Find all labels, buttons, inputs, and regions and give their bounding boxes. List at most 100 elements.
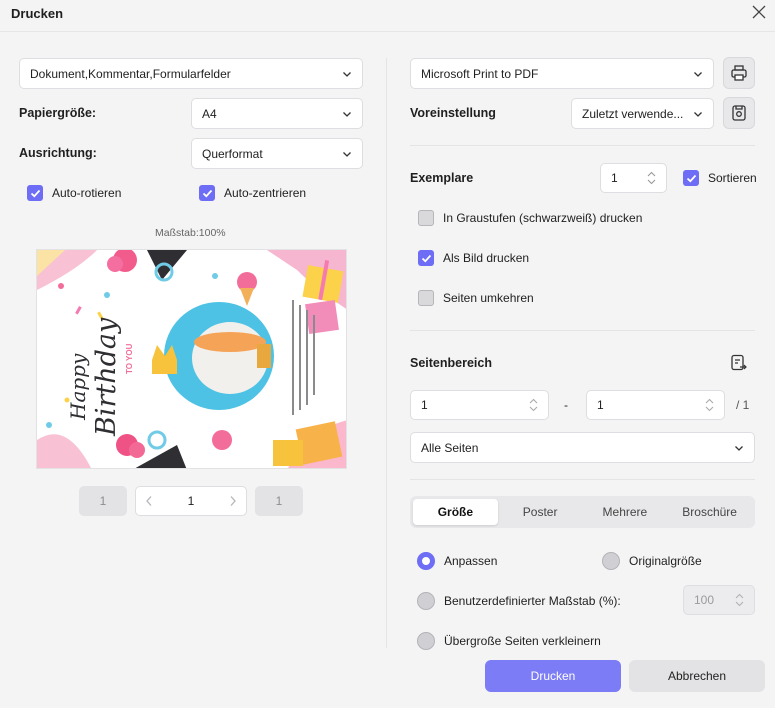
content-select-value: Dokument,Kommentar,Formularfelder bbox=[30, 66, 231, 81]
original-size-radio[interactable] bbox=[602, 552, 620, 570]
preset-label: Voreinstellung bbox=[410, 106, 496, 120]
chevron-left-icon[interactable] bbox=[145, 495, 153, 507]
copies-value[interactable]: 1 bbox=[611, 171, 618, 185]
shrink-radio[interactable] bbox=[417, 632, 435, 650]
dialog-title: Drucken bbox=[11, 6, 64, 21]
original-size-label: Originalgröße bbox=[629, 554, 702, 568]
reverse-option[interactable]: Seiten umkehren bbox=[418, 290, 534, 306]
fit-radio[interactable] bbox=[417, 552, 435, 570]
save-preset-button[interactable] bbox=[723, 97, 755, 129]
auto-rotate-label: Auto-rotieren bbox=[52, 186, 122, 200]
paper-size-value: A4 bbox=[202, 106, 217, 121]
chevron-down-icon bbox=[735, 445, 743, 451]
page-navigator[interactable]: 1 bbox=[135, 486, 247, 516]
preview-to-you-text: TO YOU bbox=[125, 343, 134, 374]
reverse-checkbox[interactable] bbox=[418, 290, 434, 306]
range-to-value[interactable]: 1 bbox=[597, 398, 604, 412]
as-image-option[interactable]: Als Bild drucken bbox=[418, 250, 529, 266]
custom-scale-value[interactable]: 100 bbox=[694, 593, 714, 607]
printer-select[interactable]: Microsoft Print to PDF bbox=[410, 58, 714, 89]
first-page-button[interactable]: 1 bbox=[79, 486, 127, 516]
auto-rotate-checkbox[interactable] bbox=[27, 185, 43, 201]
last-page-button[interactable]: 1 bbox=[255, 486, 303, 516]
chevron-up-icon[interactable] bbox=[705, 398, 714, 404]
chevron-down-icon[interactable] bbox=[705, 406, 714, 412]
fit-option[interactable]: Anpassen bbox=[417, 552, 497, 570]
sort-checkbox[interactable] bbox=[683, 170, 699, 186]
page-range-swap-icon[interactable] bbox=[730, 354, 748, 372]
title-divider bbox=[0, 31, 775, 32]
chevron-down-icon[interactable] bbox=[647, 179, 656, 185]
preset-select[interactable]: Zuletzt verwende... bbox=[571, 98, 714, 129]
shrink-option[interactable]: Übergroße Seiten verkleinern bbox=[417, 632, 601, 650]
as-image-label: Als Bild drucken bbox=[443, 251, 530, 265]
tab-size[interactable]: Größe bbox=[413, 499, 498, 525]
column-divider bbox=[386, 58, 387, 648]
orientation-label: Ausrichtung: bbox=[19, 146, 97, 160]
auto-center-option[interactable]: Auto-zentrieren bbox=[199, 185, 306, 201]
chevron-down-icon bbox=[343, 71, 351, 77]
scale-text: Maßstab:100% bbox=[155, 227, 226, 239]
cancel-button[interactable]: Abbrechen bbox=[629, 660, 765, 692]
pages-select-value: Alle Seiten bbox=[421, 440, 479, 455]
preset-value: Zuletzt verwende... bbox=[582, 106, 684, 121]
chevron-up-icon[interactable] bbox=[647, 171, 656, 177]
close-icon[interactable] bbox=[751, 4, 767, 20]
check-icon bbox=[686, 174, 696, 182]
tab-multiple[interactable]: Mehrere bbox=[583, 499, 668, 525]
content-select[interactable]: Dokument,Kommentar,Formularfelder bbox=[19, 58, 363, 89]
check-icon bbox=[202, 189, 212, 197]
chevron-down-icon bbox=[694, 71, 702, 77]
grayscale-checkbox[interactable] bbox=[418, 210, 434, 226]
printer-properties-button[interactable] bbox=[723, 57, 755, 89]
chevron-right-icon[interactable] bbox=[229, 495, 237, 507]
check-icon bbox=[421, 254, 431, 262]
range-to-stepper[interactable]: 1 bbox=[586, 390, 725, 420]
custom-scale-option[interactable]: Benutzerdefinierter Maßstab (%): bbox=[417, 592, 621, 610]
chevron-down-icon[interactable] bbox=[735, 601, 744, 607]
chevron-down-icon bbox=[343, 151, 351, 157]
orientation-select[interactable]: Querformat bbox=[191, 138, 363, 169]
as-image-checkbox[interactable] bbox=[418, 250, 434, 266]
divider bbox=[410, 479, 755, 480]
chevron-down-icon bbox=[343, 111, 351, 117]
copies-label: Exemplare bbox=[410, 171, 474, 185]
printer-icon bbox=[731, 65, 747, 81]
custom-scale-label: Benutzerdefinierter Maßstab (%): bbox=[444, 594, 621, 608]
range-total: / 1 bbox=[736, 398, 750, 412]
chevron-down-icon[interactable] bbox=[529, 406, 538, 412]
pages-select[interactable]: Alle Seiten bbox=[410, 432, 755, 463]
chevron-up-icon[interactable] bbox=[735, 593, 744, 599]
first-page-label: 1 bbox=[99, 494, 107, 508]
paper-size-label: Papiergröße: bbox=[19, 106, 97, 120]
orientation-value: Querformat bbox=[202, 146, 263, 161]
chevron-down-icon bbox=[694, 111, 702, 117]
printer-value: Microsoft Print to PDF bbox=[421, 66, 539, 81]
auto-center-checkbox[interactable] bbox=[199, 185, 215, 201]
page-range-label: Seitenbereich bbox=[410, 356, 492, 370]
preview-birthday-text: Birthday bbox=[91, 317, 122, 437]
divider bbox=[410, 145, 755, 146]
paper-size-select[interactable]: A4 bbox=[191, 98, 363, 129]
range-from-stepper[interactable]: 1 bbox=[410, 390, 549, 420]
copies-stepper[interactable]: 1 bbox=[600, 163, 667, 193]
sort-option[interactable]: Sortieren bbox=[683, 170, 757, 186]
tab-booklet[interactable]: Broschüre bbox=[667, 499, 752, 525]
sort-label: Sortieren bbox=[708, 171, 757, 185]
save-icon bbox=[732, 105, 746, 121]
chevron-up-icon[interactable] bbox=[529, 398, 538, 404]
original-size-option[interactable]: Originalgröße bbox=[602, 552, 702, 570]
custom-scale-radio[interactable] bbox=[417, 592, 435, 610]
custom-scale-stepper[interactable]: 100 bbox=[683, 585, 755, 615]
print-button[interactable]: Drucken bbox=[485, 660, 621, 692]
tab-poster[interactable]: Poster bbox=[498, 499, 583, 525]
fit-label: Anpassen bbox=[444, 554, 498, 568]
page-preview: Happy Birthday TO YOU bbox=[36, 249, 347, 469]
last-page-label: 1 bbox=[275, 494, 283, 508]
grayscale-option[interactable]: In Graustufen (schwarzweiß) drucken bbox=[418, 210, 642, 226]
current-page-value[interactable]: 1 bbox=[188, 494, 195, 508]
range-from-value[interactable]: 1 bbox=[421, 398, 428, 412]
auto-rotate-option[interactable]: Auto-rotieren bbox=[27, 185, 121, 201]
range-dash: - bbox=[564, 398, 568, 412]
shrink-label: Übergroße Seiten verkleinern bbox=[444, 634, 601, 648]
